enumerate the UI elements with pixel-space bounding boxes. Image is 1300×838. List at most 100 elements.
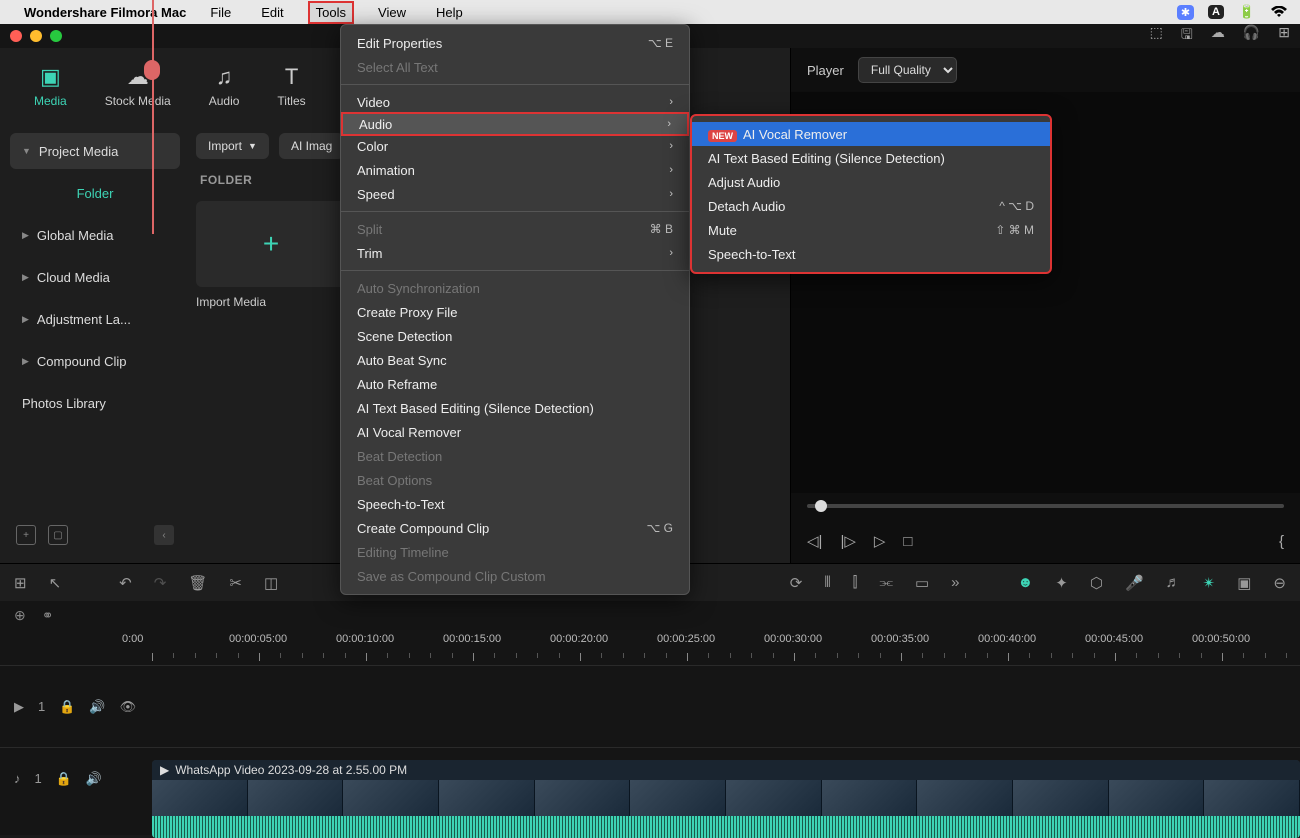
grid-tool-icon[interactable]: ⊞ [14, 574, 27, 592]
sidebar-item-folder[interactable]: Folder [10, 175, 180, 211]
folder-icon[interactable]: ▢ [48, 525, 68, 545]
submenu-item[interactable]: Detach Audio^ ⌥ D [692, 194, 1050, 218]
menu-item[interactable]: AI Text Based Editing (Silence Detection… [341, 396, 689, 420]
scrubber-knob[interactable] [815, 500, 827, 512]
menu-item[interactable]: Auto Beat Sync [341, 348, 689, 372]
submenu-item[interactable]: Adjust Audio [692, 170, 1050, 194]
timeline-clip[interactable]: ▶ WhatsApp Video 2023-09-28 at 2.55.00 P… [152, 760, 1300, 838]
video-track-icon: ▶ [14, 699, 24, 715]
timeline-ruler[interactable]: 0:0000:00:05:0000:00:10:0000:00:15:0000:… [0, 629, 1300, 665]
shield-icon[interactable]: ⬡ [1090, 574, 1103, 592]
tab-stock-label: Stock Media [105, 94, 171, 108]
sidebar-item-cloud-media[interactable]: ▶Cloud Media [10, 259, 180, 295]
play-button[interactable]: ▷ [874, 532, 886, 550]
menu-item[interactable]: Create Compound Clip⌥ G [341, 516, 689, 540]
import-media-tile[interactable]: + [196, 201, 346, 287]
zoom-out-icon[interactable]: ⊖ [1273, 574, 1286, 592]
tab-media[interactable]: ▣Media [34, 64, 67, 108]
menu-tools[interactable]: Tools [308, 1, 354, 24]
menu-item[interactable]: Speech-to-Text [341, 492, 689, 516]
collapse-sidebar-button[interactable]: ‹ [154, 525, 174, 545]
menu-item[interactable]: Animation› [341, 158, 689, 182]
menu-item[interactable]: AI Vocal Remover [341, 420, 689, 444]
sidebar-item-adjustment-layer[interactable]: ▶Adjustment La... [10, 301, 180, 337]
menu-item[interactable]: Auto Reframe [341, 372, 689, 396]
player-scrubber[interactable] [807, 504, 1284, 508]
stop-button[interactable]: □ [903, 533, 912, 550]
menu-item: Beat Options [341, 468, 689, 492]
tray-input-icon[interactable]: A [1208, 5, 1224, 19]
render-icon[interactable]: ▣ [1237, 574, 1251, 592]
equalizer-icon[interactable]: ⫿ [853, 574, 858, 591]
menu-item[interactable]: Speed› [341, 182, 689, 206]
more-icon[interactable]: » [951, 574, 959, 591]
headphones-icon[interactable]: 🎧 [1243, 24, 1260, 48]
minimize-window-button[interactable] [30, 30, 42, 42]
wifi-icon[interactable] [1270, 4, 1288, 20]
close-window-button[interactable] [10, 30, 22, 42]
redo-button[interactable]: ↷ [154, 574, 167, 592]
subtitle-icon[interactable]: ▭ [915, 574, 929, 592]
submenu-item[interactable]: NEWAI Vocal Remover [692, 122, 1050, 146]
mic-icon[interactable]: 🎤 [1125, 574, 1144, 592]
magnet-icon[interactable]: ⚭ [42, 607, 54, 624]
save-icon[interactable]: 🖫 [1181, 24, 1193, 48]
maximize-window-button[interactable] [50, 30, 62, 42]
eye-icon[interactable]: 👁 [120, 699, 137, 715]
sidebar-item-photos-library[interactable]: Photos Library [10, 385, 180, 421]
volume-icon[interactable]: 🔊 [89, 699, 105, 715]
sidebar-item-compound-clip[interactable]: ▶Compound Clip [10, 343, 180, 379]
cloud-upload-icon[interactable]: ☁ [1211, 24, 1225, 48]
tab-audio[interactable]: ♫Audio [209, 64, 240, 108]
sidebar-item-project-media[interactable]: ▼Project Media [10, 133, 180, 169]
submenu-item[interactable]: Speech-to-Text [692, 242, 1050, 266]
ai-image-button[interactable]: AI Imag [279, 133, 344, 159]
lock-icon[interactable]: 🔒 [56, 771, 72, 787]
submenu-item[interactable]: Mute⇧ ⌘ M [692, 218, 1050, 242]
pointer-tool-icon[interactable]: ↖ [49, 574, 62, 592]
menu-edit[interactable]: Edit [255, 3, 289, 22]
menu-item[interactable]: Video› [341, 90, 689, 114]
sidebar-label: Folder [77, 186, 114, 201]
new-folder-icon[interactable]: + [16, 525, 36, 545]
battery-icon[interactable]: 🔋 [1238, 4, 1256, 20]
undo-button[interactable]: ↶ [119, 574, 132, 592]
add-track-icon[interactable]: ⊕ [14, 607, 26, 624]
submenu-item[interactable]: AI Text Based Editing (Silence Detection… [692, 146, 1050, 170]
cut-button[interactable]: ✂ [229, 574, 242, 592]
lock-icon[interactable]: 🔒 [59, 699, 75, 715]
grid-icon[interactable]: ⊞ [1278, 24, 1290, 48]
mixer-icon[interactable]: ⫴ [824, 574, 830, 591]
adjust-icon[interactable]: ⟳ [790, 574, 803, 592]
crop-button[interactable]: ◫ [264, 574, 278, 592]
tab-stock-media[interactable]: ☁Stock Media [105, 64, 171, 108]
prev-frame-button[interactable]: ◁| [807, 532, 822, 550]
menu-item[interactable]: Trim› [341, 241, 689, 265]
ai-face-icon[interactable]: ☻ [1017, 574, 1033, 591]
menu-item[interactable]: Audio› [341, 112, 689, 136]
menu-item: Save as Compound Clip Custom [341, 564, 689, 588]
next-frame-button[interactable]: |▷ [840, 532, 855, 550]
menu-item[interactable]: Edit Properties⌥ E [341, 31, 689, 55]
menu-item[interactable]: Create Proxy File [341, 300, 689, 324]
tab-titles[interactable]: TTitles [277, 64, 305, 108]
menu-help[interactable]: Help [430, 3, 469, 22]
playhead[interactable] [152, 0, 154, 234]
music-icon[interactable]: ♬ [1166, 574, 1181, 591]
menu-view[interactable]: View [372, 3, 412, 22]
app-name: Wondershare Filmora Mac [24, 5, 186, 20]
quality-select[interactable]: Full Quality [858, 57, 957, 83]
expand-button[interactable]: { [1279, 533, 1284, 550]
menu-item[interactable]: Scene Detection [341, 324, 689, 348]
menu-file[interactable]: File [204, 3, 237, 22]
marker-icon[interactable]: ✴ [1203, 574, 1216, 592]
volume-icon[interactable]: 🔊 [86, 771, 102, 787]
link-icon[interactable]: ⫘ [879, 574, 893, 591]
tray-app-icon[interactable]: ✱ [1177, 5, 1194, 20]
sparkle-icon[interactable]: ✦ [1055, 574, 1068, 592]
import-button[interactable]: Import▼ [196, 133, 269, 159]
menu-item[interactable]: Color› [341, 134, 689, 158]
display-icon[interactable]: ⬚ [1150, 24, 1163, 48]
delete-button[interactable]: 🗑 [188, 574, 207, 592]
sidebar-item-global-media[interactable]: ▶Global Media [10, 217, 180, 253]
